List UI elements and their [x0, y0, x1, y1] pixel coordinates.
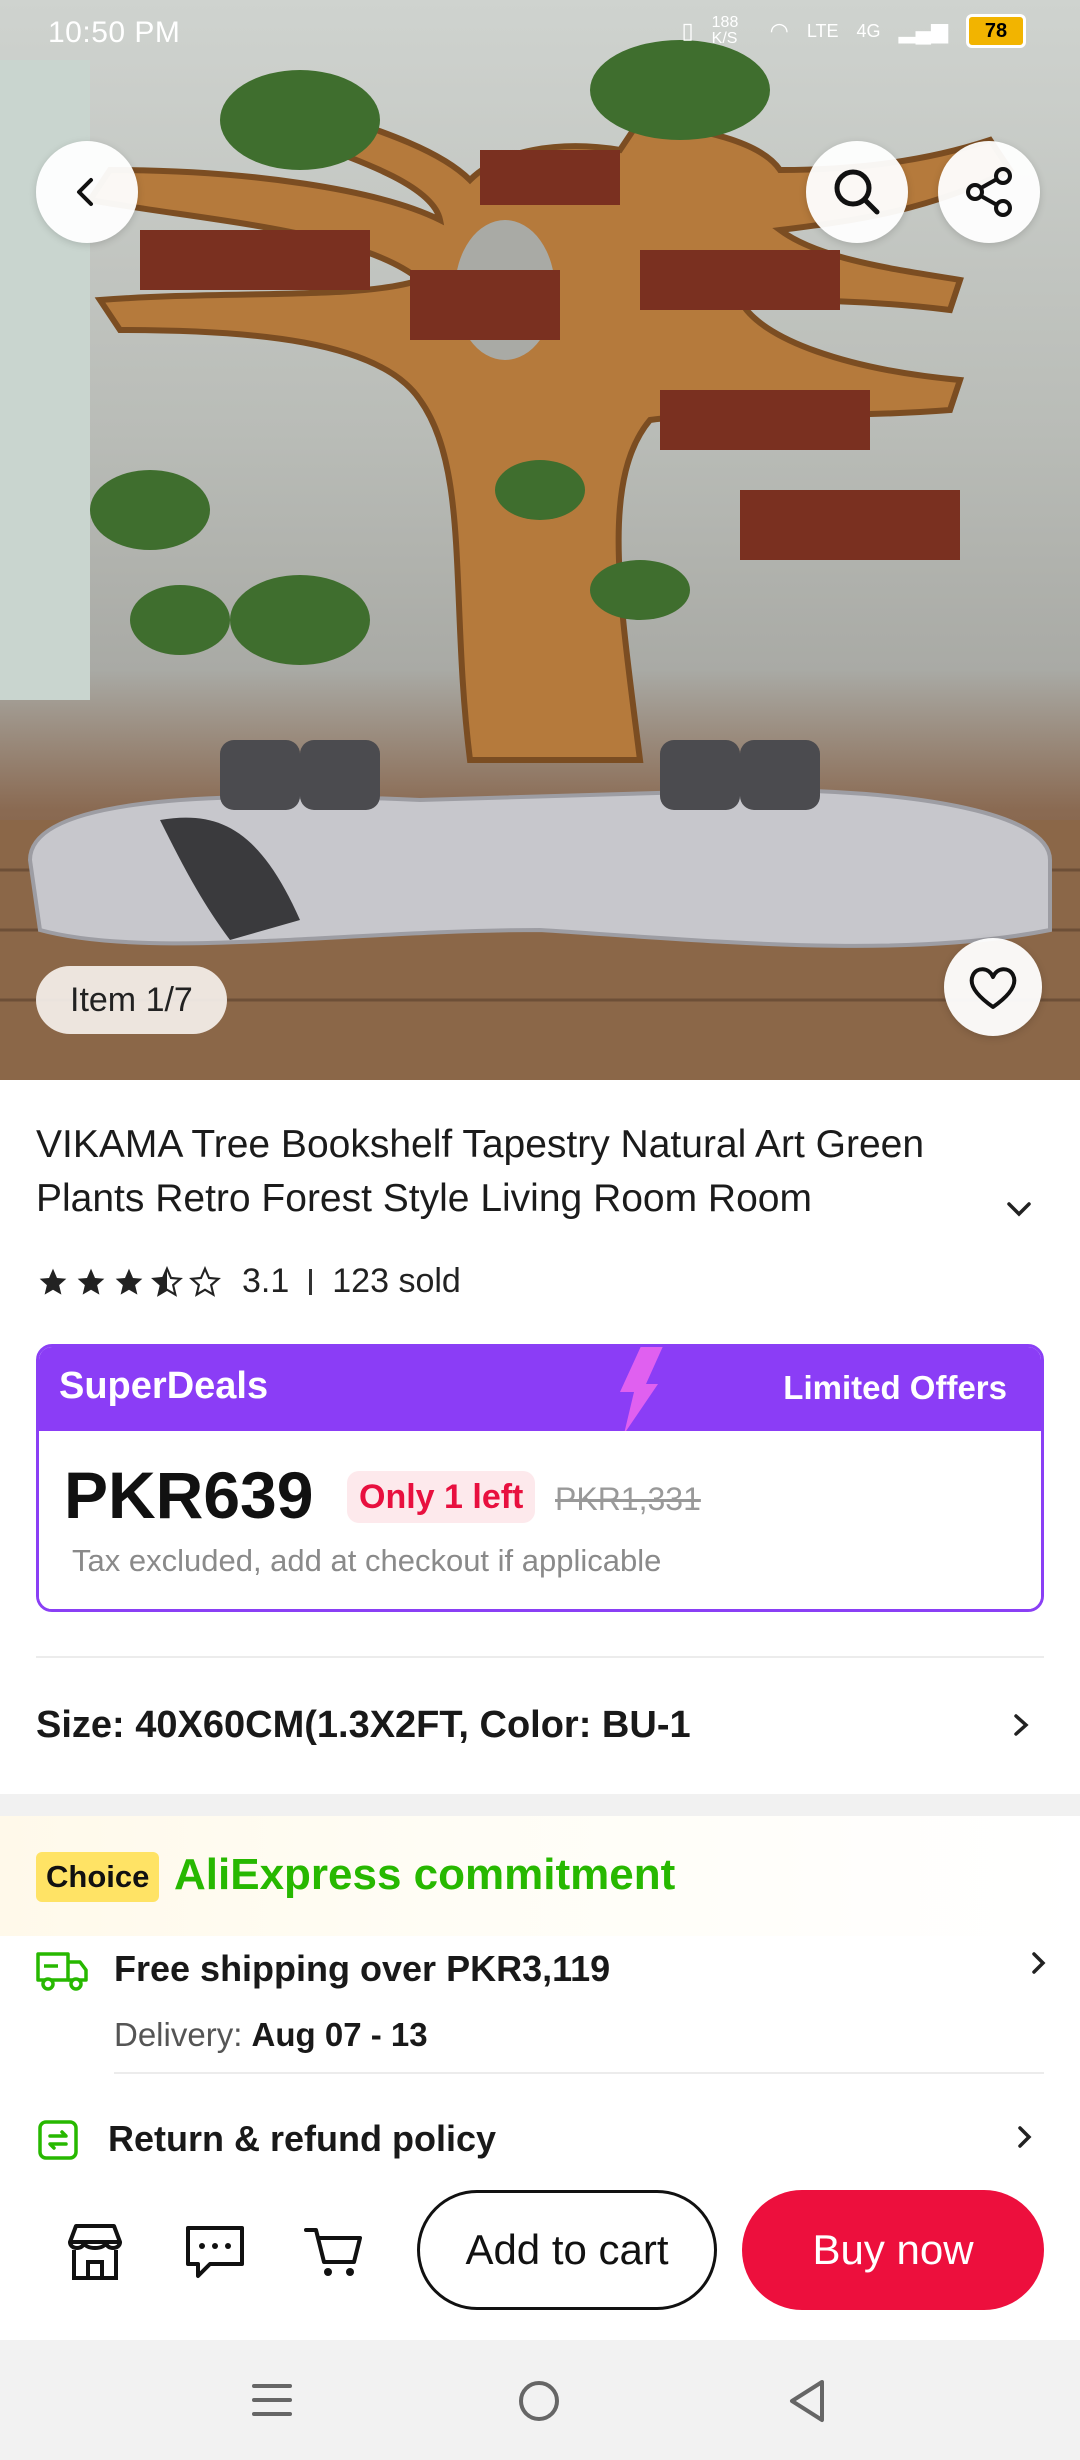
status-bar: 10:50 PM ▯ 188 K/S ◠ LTE 4G ▂▄▆ 78 — [0, 0, 1080, 60]
add-to-cart-button[interactable]: Add to cart — [417, 2190, 717, 2310]
delivery-dates: Aug 07 - 13 — [251, 2016, 428, 2053]
product-title: VIKAMA Tree Bookshelf Tapestry Natural A… — [36, 1123, 925, 1220]
limited-offers-label: Limited Offers — [783, 1369, 1007, 1406]
back-triangle-icon[interactable] — [784, 2376, 830, 2426]
delivery-estimate: Delivery: Aug 07 - 13 — [114, 2016, 428, 2054]
variant-label: Size: 40X60CM(1.3X2FT, Color: BU-1 — [36, 1704, 691, 1746]
store-icon[interactable] — [62, 2220, 128, 2284]
signal-icon: ▂▄▆ — [898, 18, 948, 43]
shipping-title[interactable]: Free shipping over PKR3,119 — [114, 1948, 610, 1990]
chevron-right-icon[interactable] — [1012, 2122, 1038, 2152]
lightning-icon — [620, 1347, 663, 1434]
star-full-icon — [39, 1268, 67, 1295]
product-image[interactable] — [0, 0, 1080, 1080]
star-full-icon — [77, 1268, 105, 1295]
divider — [114, 2072, 1044, 2074]
divider — [36, 1656, 1044, 1658]
sold-count: 123 sold — [332, 1262, 461, 1300]
return-policy-title[interactable]: Return & refund policy — [108, 2118, 496, 2160]
current-price: PKR639 — [64, 1458, 314, 1532]
rating-stars — [36, 1265, 222, 1298]
system-nav-bar — [0, 2340, 1080, 2460]
chevron-down-icon[interactable] — [1002, 1192, 1036, 1226]
return-icon — [38, 2120, 78, 2160]
superdeals-label: SuperDeals — [59, 1365, 269, 1407]
search-icon — [834, 169, 880, 215]
heart-icon — [969, 967, 1017, 1009]
rating-row[interactable]: 3.1 123 sold — [36, 1262, 461, 1301]
rating-separator — [309, 1268, 313, 1295]
back-icon — [77, 178, 93, 206]
signal-type: 4G — [856, 20, 881, 41]
superdeals-card[interactable]: SuperDeals Limited Offers PKR639 Only 1 … — [36, 1344, 1044, 1612]
star-full-icon — [115, 1268, 143, 1295]
net-speed: 188 K/S — [711, 14, 739, 47]
star-empty-icon — [189, 1265, 221, 1297]
rating-value: 3.1 — [242, 1262, 290, 1300]
status-time: 10:50 PM — [48, 16, 181, 49]
section-separator — [0, 1794, 1080, 1816]
truck-icon — [36, 1952, 88, 1991]
product-photo-illustration — [0, 40, 1080, 1080]
superdeals-header: SuperDeals Limited Offers — [39, 1347, 1041, 1434]
wishlist-button[interactable] — [944, 938, 1042, 1036]
home-icon[interactable] — [516, 2378, 562, 2424]
network-type: LTE — [806, 20, 839, 41]
buy-now-button[interactable]: Buy now — [742, 2190, 1044, 2310]
chevron-right-icon — [1014, 1714, 1029, 1736]
star-half-icon — [151, 1265, 183, 1297]
image-counter: Item 1/7 — [36, 966, 227, 1034]
status-icons: ▯ 188 K/S ◠ LTE 4G ▂▄▆ 78 — [682, 14, 1026, 48]
commitment-title: AliExpress commitment — [174, 1850, 676, 1899]
share-button[interactable] — [938, 141, 1040, 243]
search-button[interactable] — [806, 141, 908, 243]
battery-icon: 78 — [966, 14, 1026, 48]
stock-badge: Only 1 left — [347, 1471, 536, 1523]
variant-selector[interactable]: Size: 40X60CM(1.3X2FT, Color: BU-1 — [36, 1690, 1044, 1760]
share-icon — [966, 167, 1012, 217]
original-price: PKR1,331 — [555, 1481, 701, 1517]
chevron-right-icon[interactable] — [1026, 1948, 1052, 1978]
back-button[interactable] — [36, 141, 138, 243]
choice-badge: Choice — [36, 1852, 160, 1902]
cart-icon[interactable] — [302, 2220, 368, 2284]
delivery-label: Delivery: — [114, 2016, 243, 2053]
price-section: PKR639 Only 1 left PKR1,331 Tax excluded… — [39, 1431, 1041, 1609]
menu-icon[interactable] — [250, 2378, 294, 2422]
chat-icon[interactable] — [182, 2220, 248, 2284]
tax-note: Tax excluded, add at checkout if applica… — [72, 1543, 662, 1578]
wifi-icon: ◠ — [769, 18, 789, 43]
vibrate-icon: ▯ — [681, 18, 694, 43]
